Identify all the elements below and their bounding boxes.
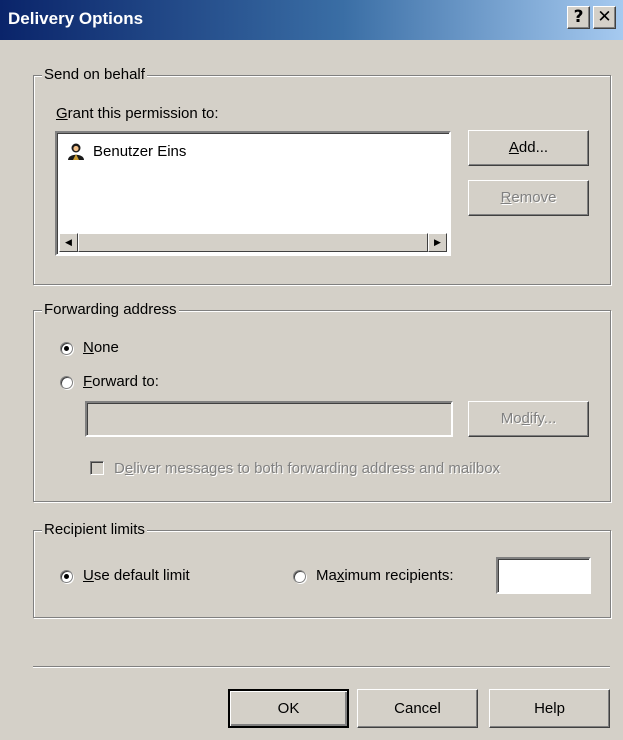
window-title: Delivery Options <box>8 9 144 28</box>
deliver-text-pre: D <box>114 460 125 477</box>
default-limit-radio[interactable] <box>60 570 73 583</box>
recipient-limits-legend: Recipient limits <box>42 521 147 538</box>
forward-to-accesskey: F <box>83 373 93 390</box>
list-item[interactable]: Benutzer Eins <box>67 142 186 160</box>
cancel-button[interactable]: Cancel <box>357 689 478 728</box>
horizontal-scrollbar[interactable]: ◀ ▶ <box>59 233 447 252</box>
none-radio-label[interactable]: None <box>83 339 119 356</box>
max-recipients-input[interactable] <box>496 557 591 594</box>
add-button-text: dd... <box>518 139 549 156</box>
deliver-text-post: liver messages to both forwarding addres… <box>133 460 501 477</box>
none-accesskey: N <box>83 339 94 356</box>
send-on-behalf-legend: Send on behalf <box>42 66 147 83</box>
default-limit-accesskey: U <box>83 567 94 584</box>
forward-address-field[interactable] <box>85 401 453 437</box>
max-recipients-label[interactable]: Maximum recipients: <box>316 567 454 584</box>
deliver-accesskey: e <box>124 460 134 477</box>
modify-text-pre: Mo <box>500 410 522 427</box>
forward-to-radio-label[interactable]: Forward to: <box>83 373 159 390</box>
scroll-thumb[interactable] <box>78 233 428 252</box>
none-label-text: one <box>93 339 119 356</box>
add-button[interactable]: Add... <box>468 130 589 166</box>
deliver-both-label[interactable]: Deliver messages to both forwarding addr… <box>114 460 500 477</box>
grant-permission-label: Grant this permission to: <box>56 105 219 122</box>
default-limit-label[interactable]: Use default limit <box>83 567 190 584</box>
scroll-right-icon[interactable]: ▶ <box>428 233 447 252</box>
max-text-post: imum recipients: <box>344 567 454 584</box>
forward-to-label-text: orward to: <box>92 373 159 390</box>
user-icon <box>68 143 84 160</box>
add-accesskey: A <box>508 139 519 156</box>
close-icon[interactable]: ✕ <box>593 6 616 29</box>
remove-button-text: emove <box>511 189 557 206</box>
none-radio[interactable] <box>60 342 73 355</box>
max-recipients-radio[interactable] <box>293 570 306 583</box>
forwarding-address-legend: Forwarding address <box>42 301 179 318</box>
remove-button[interactable]: Remove <box>468 180 589 216</box>
help-icon[interactable]: ? <box>567 6 590 29</box>
max-text-pre: Ma <box>316 567 337 584</box>
forward-to-radio[interactable] <box>60 376 73 389</box>
list-item-label: Benutzer Eins <box>93 142 187 160</box>
scroll-left-icon[interactable]: ◀ <box>59 233 78 252</box>
modify-button[interactable]: Modify... <box>468 401 589 437</box>
default-limit-text: se default limit <box>93 567 190 584</box>
modify-accesskey: d <box>521 410 530 427</box>
modify-text-post: ify... <box>529 410 557 427</box>
permission-listbox[interactable]: Benutzer Eins ◀ ▶ <box>55 131 451 256</box>
remove-accesskey: R <box>500 189 512 206</box>
title-bar: Delivery Options ? ✕ <box>0 0 623 40</box>
grant-permission-accesskey: G <box>56 105 68 122</box>
grant-permission-label-text: rant this permission to: <box>67 105 219 122</box>
ok-button[interactable]: OK <box>228 689 349 728</box>
deliver-both-checkbox[interactable] <box>90 461 104 475</box>
footer-separator <box>33 666 610 668</box>
help-button[interactable]: Help <box>489 689 610 728</box>
